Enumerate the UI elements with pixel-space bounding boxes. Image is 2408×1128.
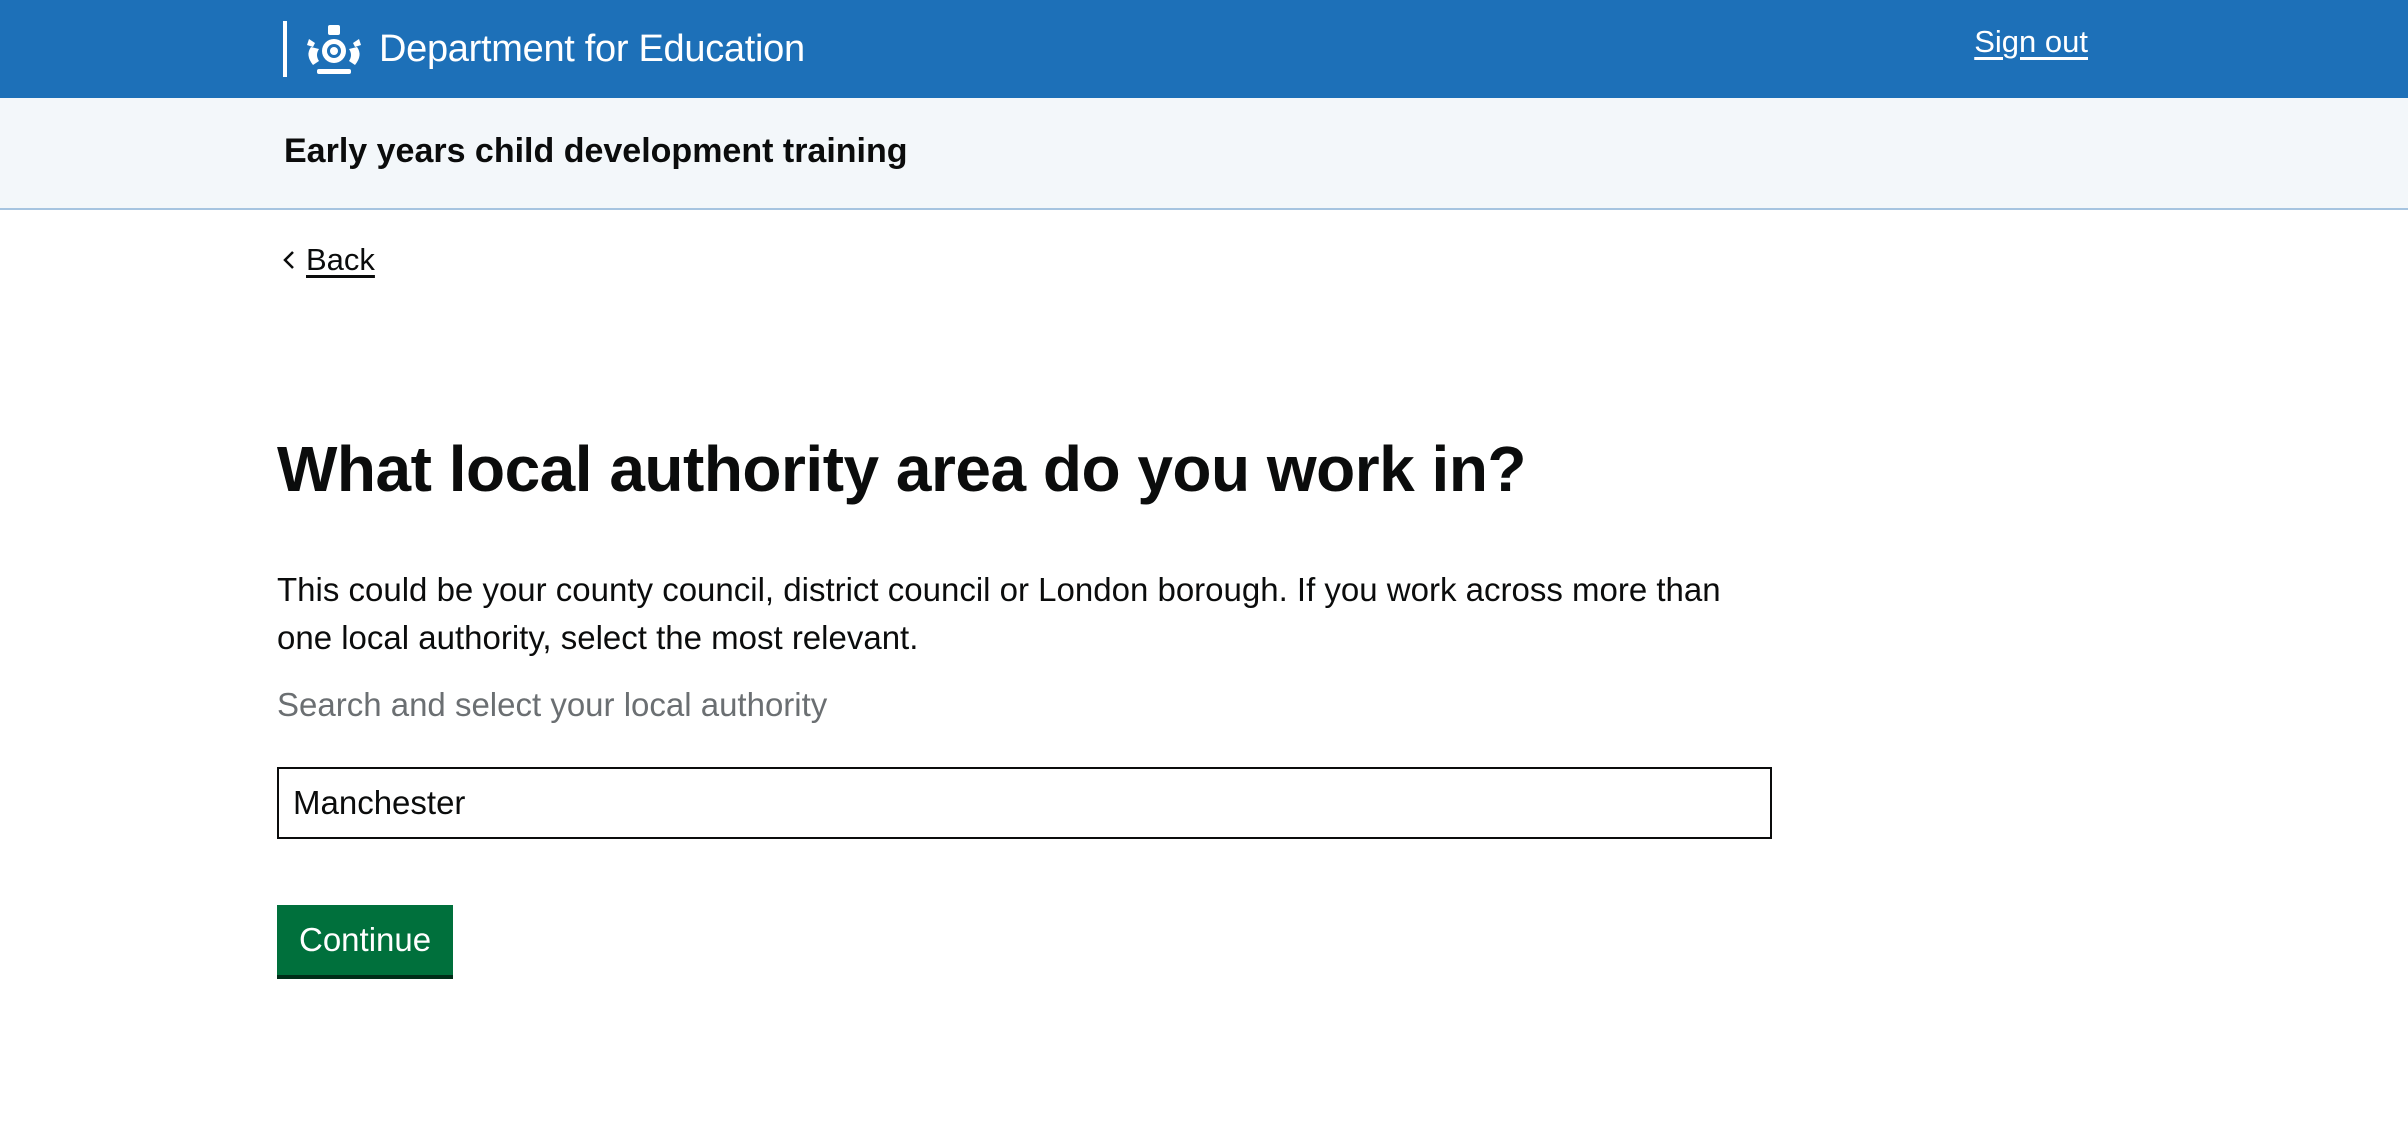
- royal-coat-of-arms-icon: [307, 25, 361, 74]
- local-authority-search-input[interactable]: [277, 767, 1772, 839]
- service-name[interactable]: Early years child development training: [284, 132, 908, 171]
- continue-button[interactable]: Continue: [277, 905, 454, 975]
- service-navigation: Early years child development training: [0, 98, 2408, 210]
- local-authority-label: Search and select your local authority: [277, 686, 828, 723]
- header-logo[interactable]: Department for Education: [283, 0, 805, 98]
- site-header: Department for Education Sign out: [0, 0, 2408, 98]
- organisation-name: Department for Education: [379, 27, 805, 70]
- sign-out-link[interactable]: Sign out: [1974, 24, 2088, 60]
- page-title: What local authority area do you work in…: [277, 433, 1527, 505]
- chevron-left-icon: [283, 251, 294, 269]
- hint-text: This could be your county council, distr…: [277, 571, 1721, 656]
- back-link[interactable]: Back: [278, 242, 375, 278]
- back-link-label: Back: [306, 242, 375, 277]
- logo-divider: [283, 21, 287, 77]
